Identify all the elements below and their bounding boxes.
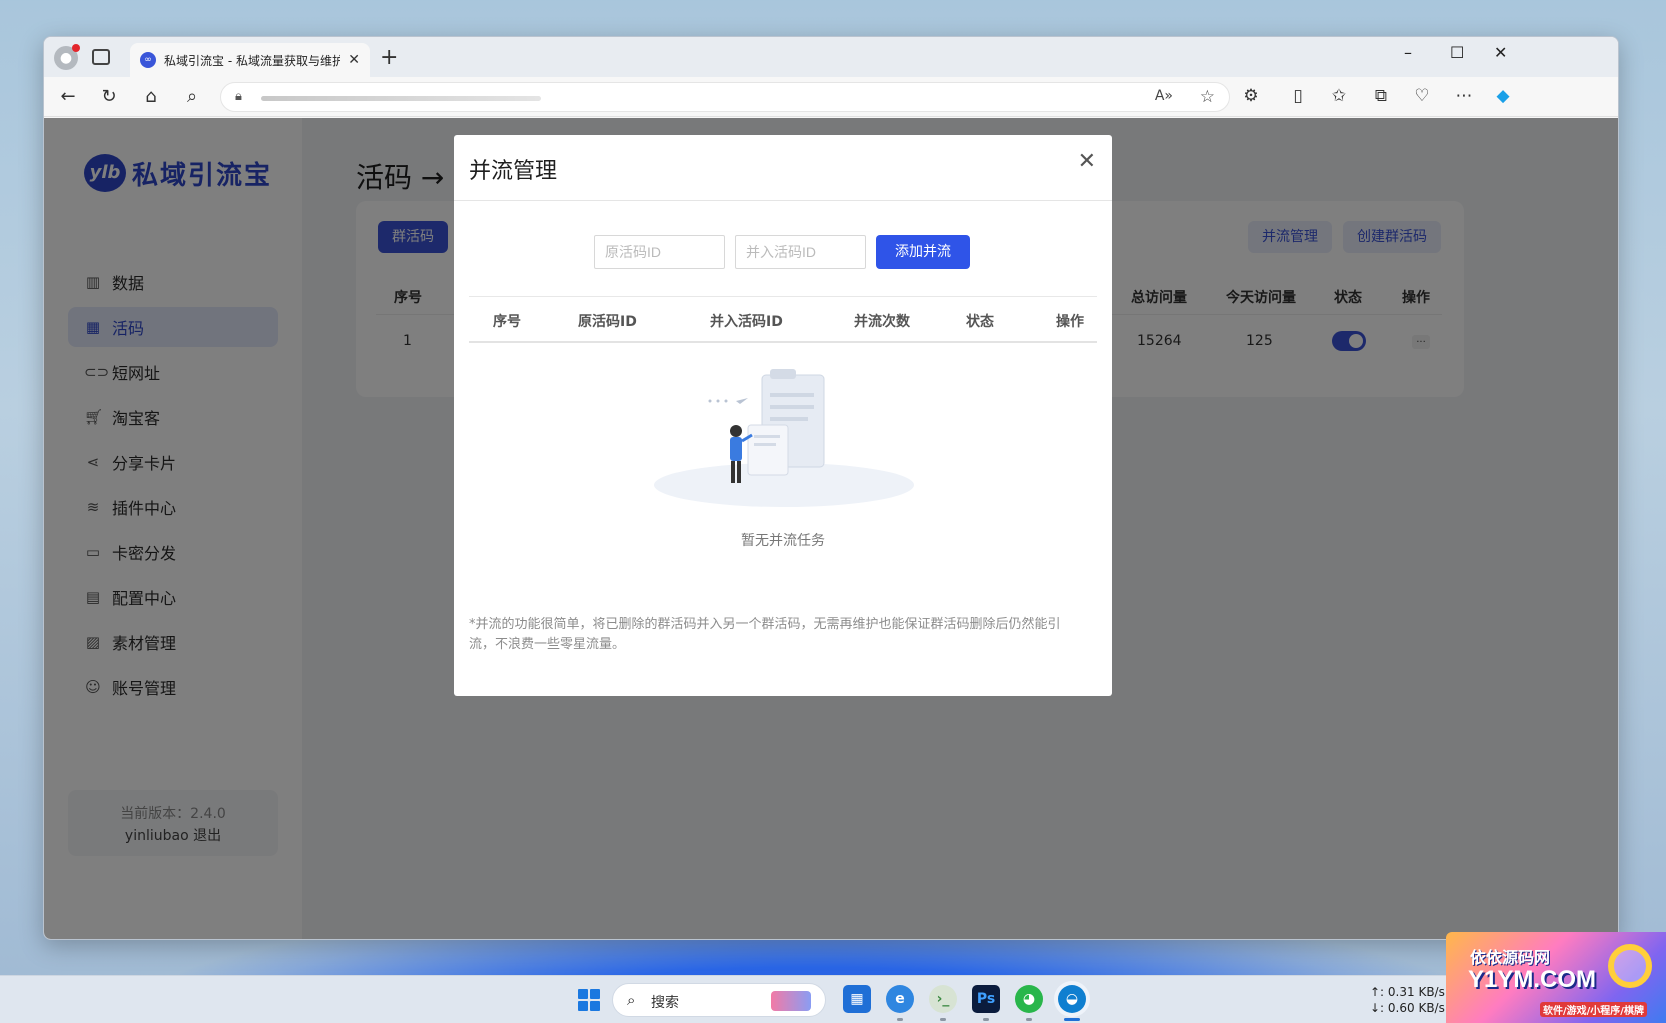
minimize-button[interactable]: – xyxy=(1404,43,1412,62)
original-code-id-input[interactable] xyxy=(594,235,725,269)
refresh-icon[interactable]: ↻ xyxy=(98,86,120,107)
collections-icon[interactable]: ⧉ xyxy=(1370,86,1392,106)
notification-dot xyxy=(72,44,80,52)
windows-start-icon[interactable] xyxy=(578,989,600,1011)
running-indicator xyxy=(897,1018,903,1021)
split-screen-icon[interactable]: ▯ xyxy=(1287,86,1309,106)
running-indicator xyxy=(1026,1018,1032,1021)
search-highlight-icon xyxy=(771,991,811,1011)
taskbar: ⌕ 搜索 ▦ e ›_ Ps ◕ ◒ ↑: 0.31 KB/s ↓: 0.60 … xyxy=(0,975,1666,1023)
modal-header-divider xyxy=(454,200,1112,201)
new-tab-button[interactable]: + xyxy=(380,45,398,70)
back-icon[interactable]: ← xyxy=(57,86,79,107)
net-down: ↓: 0.60 KB/s xyxy=(1370,1001,1445,1015)
read-aloud-icon[interactable]: A» xyxy=(1155,88,1173,104)
url-text-blurred xyxy=(261,96,541,101)
photoshop-icon[interactable]: Ps xyxy=(972,985,1000,1013)
target-code-id-input[interactable] xyxy=(735,235,866,269)
url-field[interactable]: 🔒︎ A» ☆ xyxy=(220,82,1230,112)
site-watermark-logo: 依依源码网 Y1YM.COM 软件/游戏/小程序/棋牌 xyxy=(1446,932,1666,1023)
favorites-icon[interactable]: ✩ xyxy=(1328,86,1350,106)
more-menu-icon[interactable]: ⋯ xyxy=(1453,86,1475,106)
merge-modal: 并流管理 ✕ 添加并流 序号 原活码ID 并入活码ID 并流次数 状态 操作 xyxy=(454,135,1112,696)
empty-state-illustration-icon xyxy=(654,369,914,507)
home-icon[interactable]: ⌂ xyxy=(140,86,162,107)
terminal-app-icon[interactable]: ›_ xyxy=(929,985,957,1013)
col-header-target-id: 并入活码ID xyxy=(710,314,783,330)
ie-edge-icon[interactable]: e xyxy=(886,985,914,1013)
copilot-icon[interactable]: ◆ xyxy=(1492,86,1514,106)
tab-close-icon[interactable]: ✕ xyxy=(348,52,360,68)
edge-icon[interactable]: ◒ xyxy=(1058,985,1086,1013)
lock-icon: 🔒︎ xyxy=(235,89,242,104)
extensions-icon[interactable]: ⚙ xyxy=(1240,86,1262,106)
add-merge-button[interactable]: 添加并流 xyxy=(876,235,970,269)
table-top-border xyxy=(469,296,1097,297)
col-header-actions: 操作 xyxy=(1056,314,1084,330)
search-icon: ⌕ xyxy=(627,991,636,1009)
empty-state-text: 暂无并流任务 xyxy=(741,533,825,549)
web-page: ylb 私域引流宝 ▥数据 ▦活码 ⊂⊃短网址 🛒︎淘宝客 ⋖分享卡片 ≋插件中… xyxy=(44,118,1618,939)
watermark-line1: 依依源码网 xyxy=(1470,948,1551,967)
store-icon[interactable]: ▦ xyxy=(843,985,871,1013)
net-up: ↑: 0.31 KB/s xyxy=(1370,985,1445,999)
taskbar-search[interactable]: ⌕ 搜索 xyxy=(612,983,826,1017)
profile-avatar-icon[interactable]: ● xyxy=(54,44,80,70)
merge-feature-note: *并流的功能很简单，将已删除的群活码并入另一个群活码，无需再维护也能保证群活码删… xyxy=(469,617,1061,652)
col-header-original-id: 原活码ID xyxy=(578,314,637,330)
favicon-icon: ∞ xyxy=(140,52,156,68)
window-close-button[interactable]: ✕ xyxy=(1494,43,1507,62)
browser-tab[interactable]: ∞ 私域引流宝 - 私域流量获取与维护 ✕ xyxy=(130,43,370,77)
tab-actions-icon[interactable] xyxy=(92,49,110,65)
close-icon[interactable]: ✕ xyxy=(1078,149,1096,174)
tab-bar: ● ∞ 私域引流宝 - 私域流量获取与维护 ✕ + – ☐ ✕ xyxy=(44,37,1618,77)
watermark-line3: 软件/游戏/小程序/棋牌 xyxy=(1540,1002,1647,1017)
running-indicator xyxy=(983,1018,989,1021)
address-bar: ← ↻ ⌂ ⌕ 🔒︎ A» ☆ ⚙ ▯ ✩ ⧉ ♡ ⋯ ◆ xyxy=(44,77,1618,117)
modal-title: 并流管理 xyxy=(469,159,558,184)
col-header-status: 状态 xyxy=(966,314,994,330)
search-icon[interactable]: ⌕ xyxy=(181,86,203,107)
favorite-star-icon[interactable]: ☆ xyxy=(1200,87,1215,107)
performance-icon[interactable]: ♡ xyxy=(1411,86,1433,106)
magnifier-icon xyxy=(1608,944,1652,988)
network-speed: ↑: 0.31 KB/s ↓: 0.60 KB/s xyxy=(1370,984,1445,1016)
running-indicator xyxy=(940,1018,946,1021)
maximize-button[interactable]: ☐ xyxy=(1450,43,1464,62)
browser-window: ● ∞ 私域引流宝 - 私域流量获取与维护 ✕ + – ☐ ✕ ← ↻ ⌂ ⌕ … xyxy=(43,36,1619,940)
col-header-merge-count: 并流次数 xyxy=(854,314,910,330)
col-header-index: 序号 xyxy=(493,314,521,330)
wechat-icon[interactable]: ◕ xyxy=(1015,985,1043,1013)
tab-title: 私域引流宝 - 私域流量获取与维护 xyxy=(164,53,341,68)
watermark-line2: Y1YM.COM xyxy=(1468,966,1597,993)
table-header-border xyxy=(469,341,1097,343)
search-label: 搜索 xyxy=(651,995,679,1011)
active-indicator xyxy=(1064,1018,1080,1021)
